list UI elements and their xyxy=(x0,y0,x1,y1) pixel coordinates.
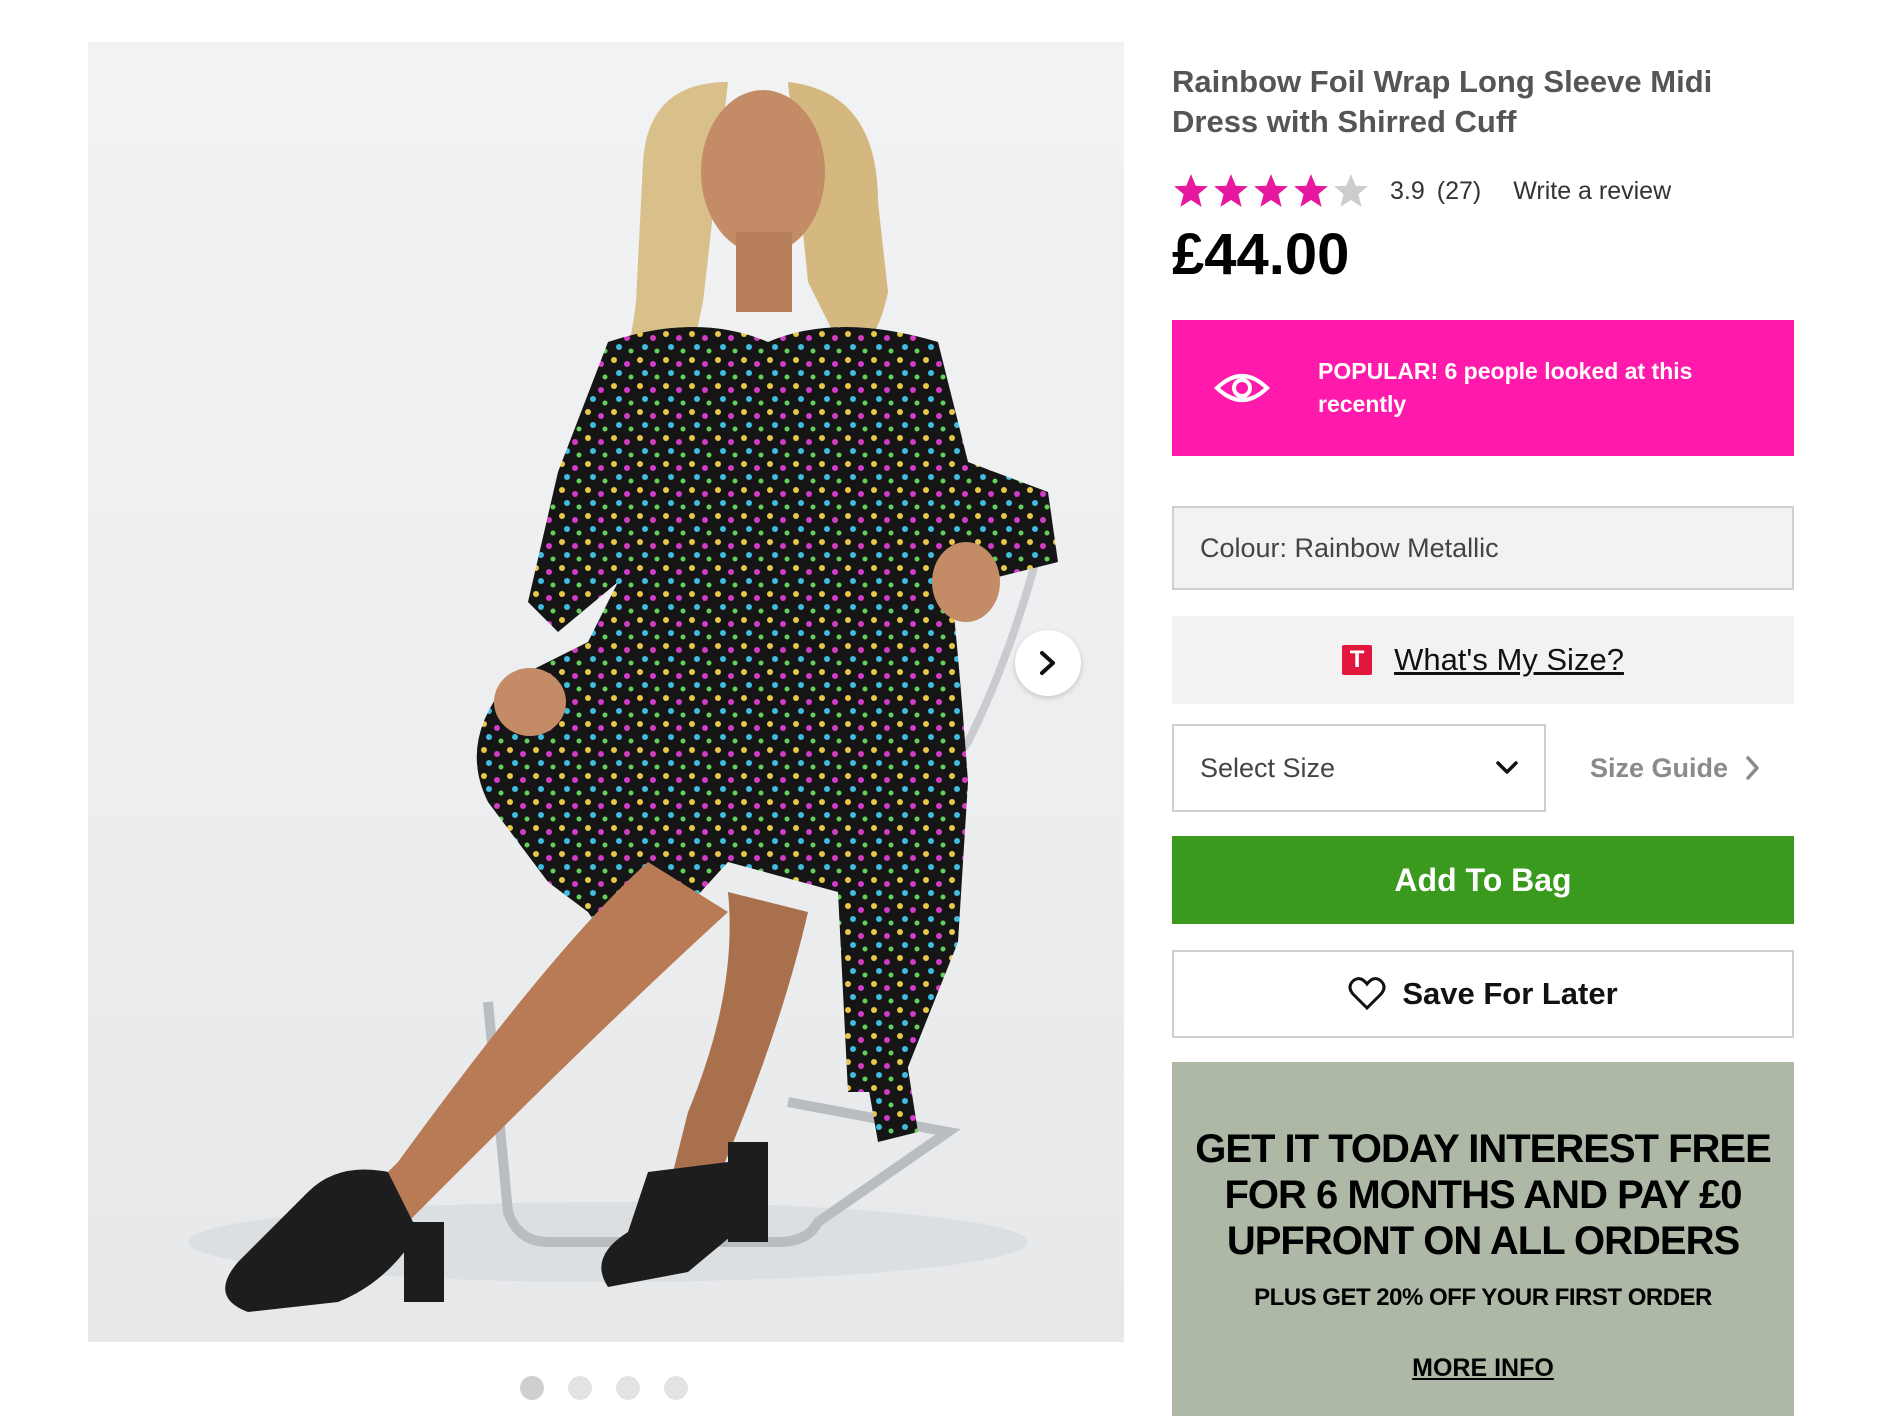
product-title: Rainbow Foil Wrap Long Sleeve Midi Dress… xyxy=(1172,64,1713,139)
promo-headline: GET IT TODAY INTEREST FREE FOR 6 MONTHS … xyxy=(1195,1127,1772,1263)
write-review-link[interactable]: Write a review xyxy=(1513,177,1671,206)
more-info-link[interactable]: MORE INFO xyxy=(1412,1354,1554,1383)
gallery-dot[interactable] xyxy=(568,1376,592,1400)
whats-my-size-button[interactable]: T What's My Size? xyxy=(1172,616,1794,704)
gallery-dot[interactable] xyxy=(664,1376,688,1400)
size-row: Select Size Size Guide xyxy=(1172,724,1794,812)
gallery-dot[interactable] xyxy=(520,1376,544,1400)
star-filled-icon xyxy=(1174,174,1208,207)
heart-icon xyxy=(1348,977,1386,1011)
colour-display: Colour: Rainbow Metallic xyxy=(1172,506,1794,590)
product-details-panel: Rainbow Foil Wrap Long Sleeve Midi Dress… xyxy=(1172,62,1794,1416)
star-empty-icon xyxy=(1334,174,1368,207)
add-to-bag-button[interactable]: Add To Bag xyxy=(1172,836,1794,924)
size-guide-label: Size Guide xyxy=(1590,752,1729,783)
eye-icon xyxy=(1214,374,1270,402)
chevron-down-icon xyxy=(1496,761,1518,774)
rating-row: 3.9 (27) Write a review xyxy=(1172,168,1794,214)
whats-my-size-label: What's My Size? xyxy=(1394,642,1624,677)
rating-value: 3.9 xyxy=(1390,176,1425,205)
promo-subline: PLUS GET 20% OFF YOUR FIRST ORDER xyxy=(1254,1284,1712,1311)
gallery-pagination xyxy=(520,1376,688,1400)
star-filled-icon xyxy=(1294,174,1328,207)
size-guide-link[interactable]: Size Guide xyxy=(1590,753,1760,784)
chevron-right-icon xyxy=(1040,651,1055,675)
save-for-later-label: Save For Later xyxy=(1402,976,1618,1011)
next-image-button[interactable] xyxy=(1015,630,1081,696)
finance-promo-banner: GET IT TODAY INTEREST FREE FOR 6 MONTHS … xyxy=(1172,1062,1794,1416)
size-select-label: Select Size xyxy=(1200,752,1336,783)
rating-stars[interactable] xyxy=(1172,172,1370,210)
product-image-gallery[interactable] xyxy=(88,42,1124,1342)
product-price: £44.00 xyxy=(1172,222,1350,287)
chevron-right-icon xyxy=(1746,756,1759,780)
product-photo xyxy=(188,82,1058,1312)
rating-count[interactable]: (27) xyxy=(1437,177,1481,206)
size-select-dropdown[interactable]: Select Size xyxy=(1172,724,1546,812)
gallery-dot[interactable] xyxy=(616,1376,640,1400)
popular-banner: POPULAR! 6 people looked at this recentl… xyxy=(1172,320,1794,456)
star-filled-icon xyxy=(1254,174,1288,207)
save-for-later-button[interactable]: Save For Later xyxy=(1172,950,1794,1038)
star-filled-icon xyxy=(1214,174,1248,207)
popular-message: POPULAR! 6 people looked at this recentl… xyxy=(1318,358,1693,417)
true-fit-logo-icon: T xyxy=(1342,645,1373,675)
